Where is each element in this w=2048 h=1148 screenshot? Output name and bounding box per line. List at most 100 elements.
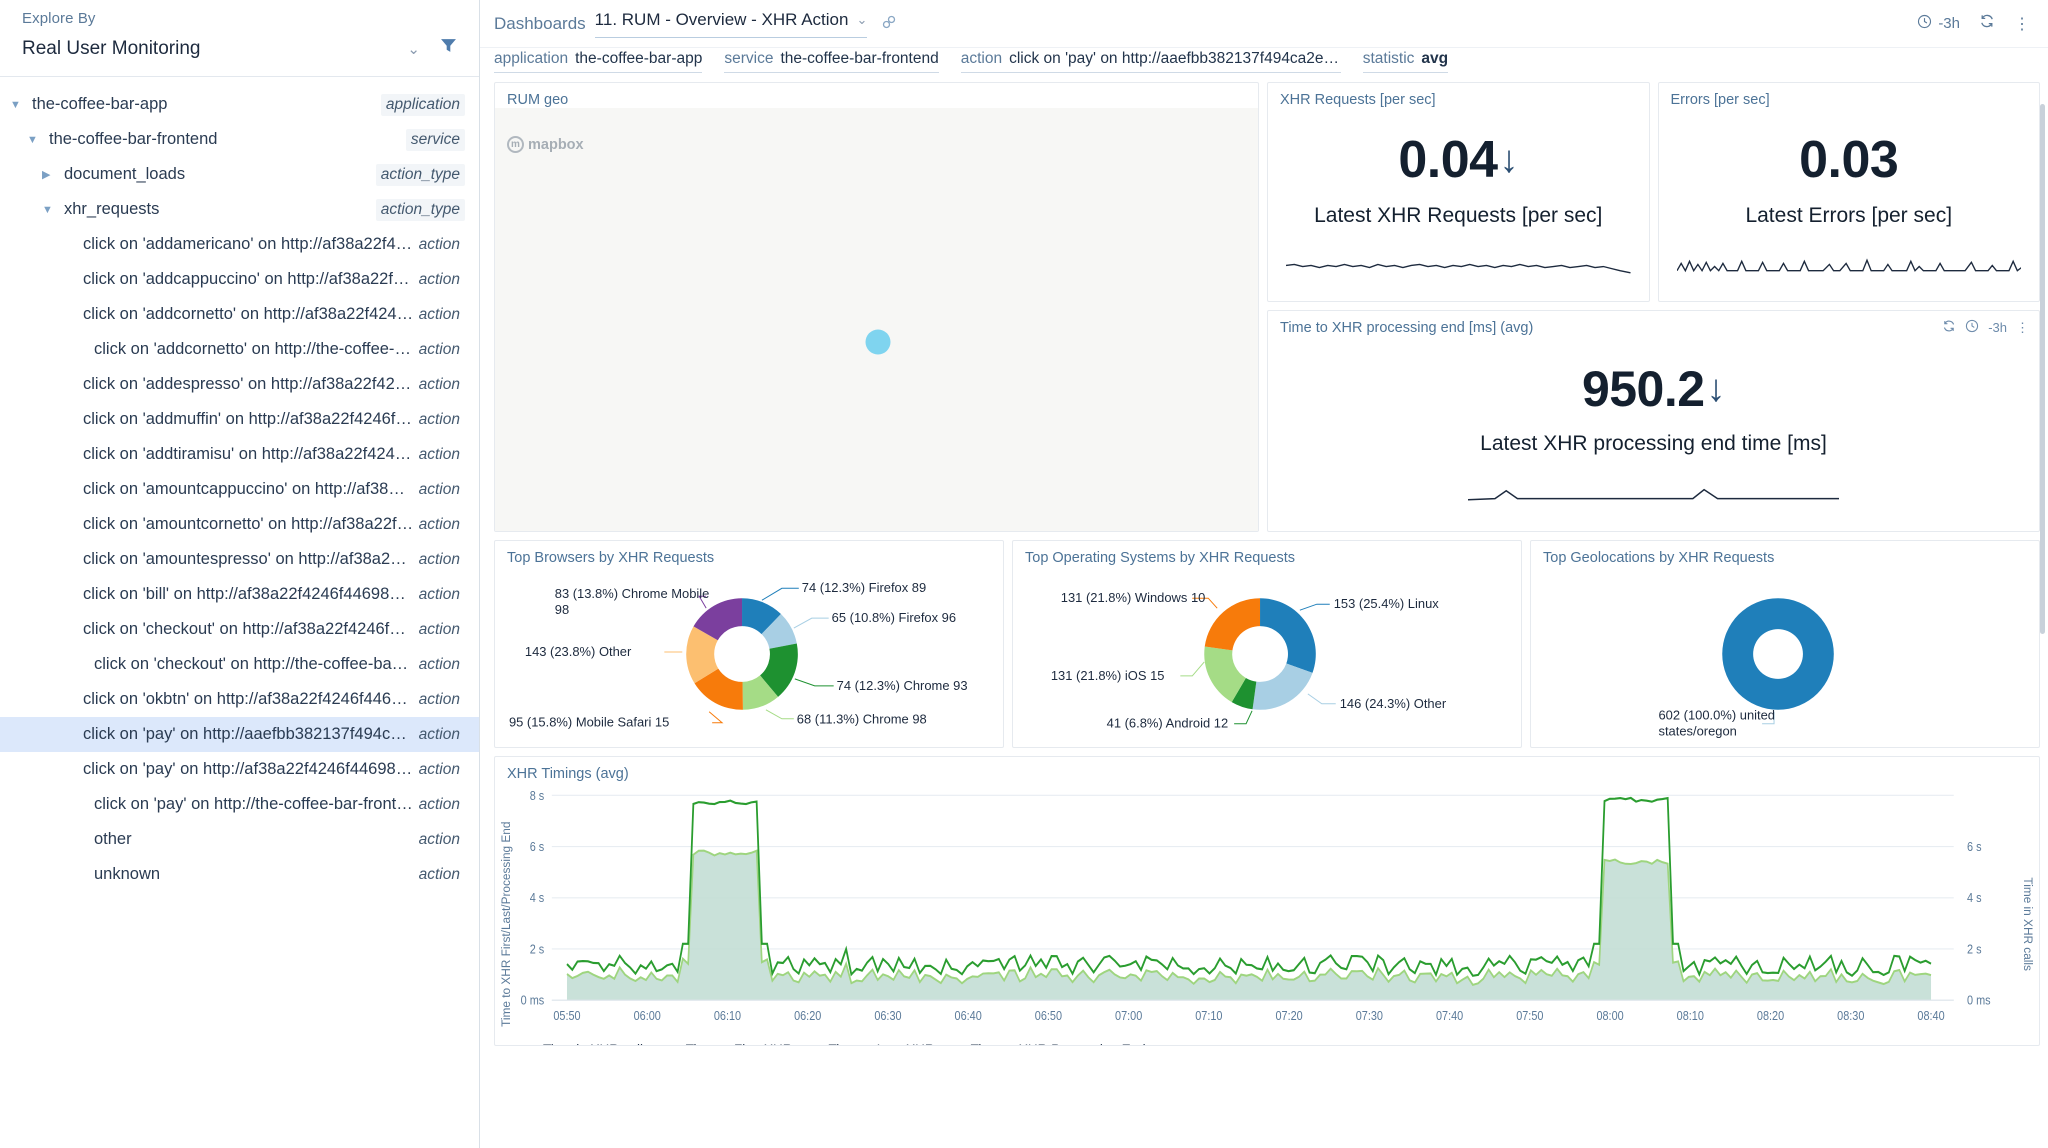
tree-item[interactable]: ▼xhr_requestsaction_type (0, 192, 479, 227)
filter-chip[interactable]: actionclick on 'pay' on http://aaefbb382… (961, 50, 1341, 73)
legend-item[interactable]: Time to First XHR (670, 1042, 793, 1046)
pie-label-browsers-3: 68 (11.3%) Chrome 98 (797, 712, 927, 727)
chevron-down-icon[interactable]: ⌄ (856, 12, 867, 28)
filter-key: service (724, 50, 773, 68)
tree-item[interactable]: ▼the-coffee-bar-appapplication (0, 87, 479, 122)
tree-item-type-tag: action (414, 794, 465, 816)
card-title-xhr-requests: XHR Requests [per sec] (1268, 83, 1649, 108)
tree-item[interactable]: click on 'addmuffin' on http://af38a22f4… (0, 402, 479, 437)
twisty-open-icon[interactable]: ▼ (10, 99, 25, 111)
tree-item[interactable]: click on 'addcornetto' on http://af38a22… (0, 297, 479, 332)
tree-item[interactable]: click on 'addcappuccino' on http://af38a… (0, 262, 479, 297)
x-tick-label: 08:30 (1837, 1008, 1865, 1023)
kebab-menu-icon[interactable]: ⋮ (2016, 320, 2029, 336)
entity-tree: ▼the-coffee-bar-appapplication▼the-coffe… (0, 77, 479, 892)
tree-item-label: click on 'addcornetto' on http://the-cof… (94, 340, 414, 359)
dashboard-selector[interactable]: 11. RUM - Overview - XHR Action ⌄ (595, 10, 868, 38)
y2-tick-label: 0 ms (1967, 993, 1991, 1008)
tree-item[interactable]: click on 'amountcornetto' on http://af38… (0, 507, 479, 542)
time-range-picker[interactable]: -3h (1917, 14, 1960, 34)
twisty-closed-icon[interactable]: ▶ (42, 168, 57, 181)
errors-value-row: 0.03 (1659, 130, 2040, 190)
top-geolocations-pie[interactable]: 602 (100.0%) united states/oregon (1531, 566, 2039, 744)
tree-item[interactable]: click on 'addcornetto' on http://the-cof… (0, 332, 479, 367)
clock-icon[interactable] (1965, 319, 1979, 336)
tree-item[interactable]: click on 'pay' on http://af38a22f4246f44… (0, 752, 479, 787)
tree-item[interactable]: click on 'pay' on http://the-coffee-bar-… (0, 787, 479, 822)
filter-chip[interactable]: statisticavg (1363, 50, 1448, 73)
y-tick-label: 0 ms (521, 993, 545, 1008)
twisty-open-icon[interactable]: ▼ (27, 134, 42, 146)
tree-item[interactable]: unknownaction (0, 857, 479, 892)
pie-label-os-3: 131 (21.8%) iOS 15 (1051, 668, 1165, 683)
top-os-pie[interactable]: 153 (25.4%) Linux 146 (24.3%) Other 41 (… (1013, 566, 1521, 744)
twisty-open-icon[interactable]: ▼ (42, 204, 57, 216)
processing-end-subtitle: Latest XHR processing end time [ms] (1268, 432, 2039, 456)
y2-tick-label: 2 s (1967, 942, 1982, 957)
funnel-icon[interactable] (440, 37, 457, 60)
card-title-xhr-timings: XHR Timings (avg) (495, 757, 2039, 782)
tree-item-label: click on 'amountcornetto' on http://af38… (83, 515, 414, 534)
map-widget[interactable]: m mapbox © Mapbox © OpenStreetMap Improv… (495, 108, 1259, 532)
y2-tick-label: 4 s (1967, 890, 1982, 905)
x-tick-label: 06:20 (794, 1008, 822, 1023)
tree-item[interactable]: click on 'checkout' on http://af38a22f42… (0, 612, 479, 647)
tree-item-label: click on 'pay' on http://af38a22f4246f44… (83, 760, 414, 779)
map-data-point[interactable] (865, 330, 890, 355)
legend-item[interactable]: Time to Last XHR (813, 1042, 935, 1046)
tree-item-type-tag: action_type (376, 199, 465, 221)
legend-label: Time in XHR calls (543, 1042, 650, 1046)
tree-item-label: click on 'checkout' on http://the-coffee… (94, 655, 414, 674)
tree-item[interactable]: click on 'pay' on http://aaefbb382137f49… (0, 717, 479, 752)
filter-chip[interactable]: servicethe-coffee-bar-frontend (724, 50, 938, 73)
tree-item[interactable]: click on 'addespresso' on http://af38a22… (0, 367, 479, 402)
refresh-icon[interactable] (1942, 319, 1956, 336)
tree-item-type-tag: action (414, 759, 465, 781)
errors-subtitle: Latest Errors [per sec] (1659, 204, 2040, 228)
tree-item[interactable]: ▶document_loadsaction_type (0, 157, 479, 192)
legend-item[interactable]: Time to XHR Processing End (955, 1042, 1146, 1046)
legend-color-dot (670, 1045, 680, 1047)
tree-item[interactable]: click on 'okbtn' on http://af38a22f4246f… (0, 682, 479, 717)
tree-item[interactable]: otheraction (0, 822, 479, 857)
filter-chip[interactable]: applicationthe-coffee-bar-app (494, 50, 702, 73)
tree-item[interactable]: ▼the-coffee-bar-frontendservice (0, 122, 479, 157)
x-tick-label: 07:40 (1436, 1008, 1464, 1023)
tree-item[interactable]: click on 'amountespresso' on http://af38… (0, 542, 479, 577)
pie-label-browsers-1: 65 (10.8%) Firefox 96 (832, 610, 956, 625)
pie-label-os-2: 41 (6.8%) Android 12 (1107, 716, 1229, 731)
refresh-icon[interactable] (1979, 13, 1995, 34)
chevron-down-icon[interactable]: ⌄ (407, 40, 420, 58)
legend-item[interactable]: Time in XHR calls (527, 1042, 650, 1046)
xhr-requests-value: 0.04 (1398, 130, 1497, 190)
link-icon[interactable] (881, 14, 897, 34)
clock-icon (1917, 14, 1932, 34)
card-title-errors: Errors [per sec] (1659, 83, 2040, 108)
tree-item-type-tag: action (414, 304, 465, 326)
rum-geo-card: RUM geo m mapbox © Mapbox © OpenStreetMa… (494, 82, 1259, 532)
tree-item[interactable]: click on 'amountcappuccino' on http://af… (0, 472, 479, 507)
pie-label-os-0: 153 (25.4%) Linux (1334, 596, 1440, 611)
dashboard-row-2: Top Browsers by XHR Requests (494, 540, 2040, 748)
y-tick-label: 4 s (530, 890, 545, 905)
top-browsers-pie[interactable]: 74 (12.3%) Firefox 89 65 (10.8%) Firefox… (495, 566, 1003, 744)
tree-item[interactable]: click on 'addamericano' on http://af38a2… (0, 227, 479, 262)
data-source-select[interactable]: Real User Monitoring (22, 38, 407, 60)
card-time-range-label[interactable]: -3h (1988, 320, 2007, 335)
vertical-scrollbar[interactable] (2040, 104, 2045, 634)
xhr-timings-plot[interactable]: 0 ms2 s4 s6 s8 s0 ms2 s4 s6 s05:5006:000… (495, 782, 2039, 1038)
x-tick-label: 08:20 (1757, 1008, 1785, 1023)
y2-tick-label: 6 s (1967, 839, 1982, 854)
errors-value: 0.03 (1799, 130, 1898, 190)
tree-item[interactable]: click on 'addtiramisu' on http://af38a22… (0, 437, 479, 472)
legend-color-dot (813, 1045, 823, 1047)
breadcrumb[interactable]: Dashboards (494, 14, 586, 34)
tree-item-label: click on 'bill' on http://af38a22f4246f4… (83, 585, 414, 604)
tree-item[interactable]: click on 'checkout' on http://the-coffee… (0, 647, 479, 682)
kebab-menu-icon[interactable]: ⋮ (2014, 14, 2030, 34)
mapbox-logo: m mapbox (507, 136, 584, 153)
pie-label-geo-0a: 602 (100.0%) united (1658, 708, 1775, 723)
tree-item-label: click on 'addmuffin' on http://af38a22f4… (83, 410, 414, 429)
tree-item[interactable]: click on 'bill' on http://af38a22f4246f4… (0, 577, 479, 612)
card-title-top-geo: Top Geolocations by XHR Requests (1531, 541, 2039, 566)
